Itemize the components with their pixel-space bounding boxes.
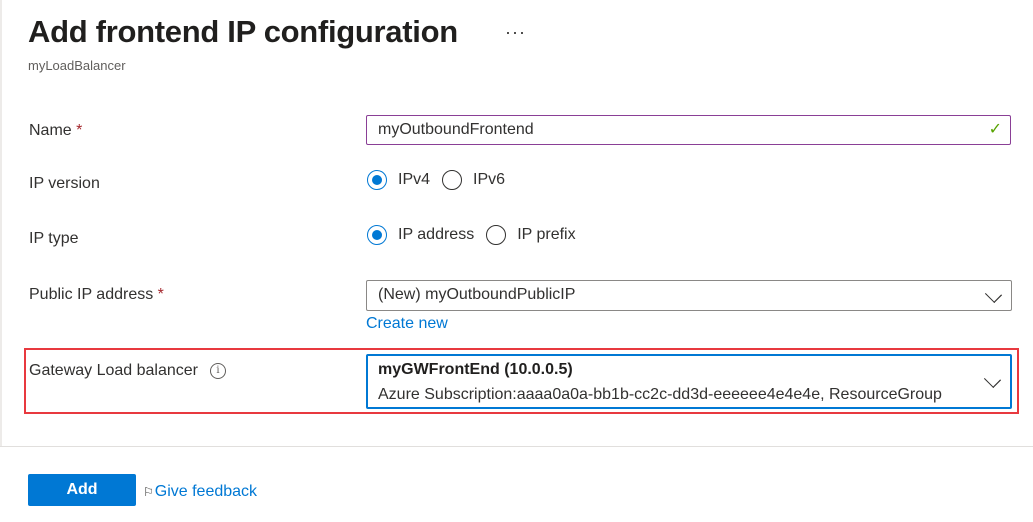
give-feedback-label[interactable]: Give feedback [155, 483, 257, 501]
ip-type-label: IP type [29, 230, 79, 247]
ip-type-radio-group: IP address IP prefix [367, 225, 588, 245]
required-mark: * [157, 286, 164, 303]
name-label: Name * [29, 122, 82, 140]
ip-prefix-radio[interactable] [486, 225, 507, 245]
chevron-down-icon [984, 285, 1003, 304]
more-options-button[interactable]: ··· [505, 22, 526, 43]
required-mark: * [76, 122, 83, 139]
ip-address-radio[interactable] [367, 225, 387, 245]
ipv4-radio[interactable] [367, 170, 387, 190]
ip-address-radio-label[interactable]: IP address [398, 226, 474, 244]
add-button[interactable]: Add [28, 474, 136, 506]
ipv6-radio-label[interactable]: IPv6 [473, 171, 505, 189]
checkmark-icon: ✓ [988, 121, 1002, 138]
give-feedback-link[interactable]: ⚐ Give feedback [143, 483, 257, 501]
ipv4-radio-label[interactable]: IPv4 [398, 171, 430, 189]
chevron-down-icon [983, 370, 1002, 389]
page-title: Add frontend IP configuration [28, 14, 458, 49]
public-ip-label: Public IP address * [29, 286, 164, 304]
feedback-icon: ⚐ [143, 485, 154, 499]
panel-left-border [0, 0, 2, 446]
create-new-link[interactable]: Create new [366, 315, 448, 333]
name-input-value[interactable]: myOutboundFrontend [378, 121, 534, 139]
name-input[interactable]: myOutboundFrontend ✓ [366, 115, 1011, 145]
info-icon[interactable]: i [210, 363, 226, 379]
ip-prefix-radio-label[interactable]: IP prefix [517, 226, 575, 244]
page-subtitle: myLoadBalancer [28, 58, 126, 73]
gateway-lb-value-title: myGWFrontEnd (10.0.0.5) [378, 361, 573, 378]
ip-version-label: IP version [29, 175, 100, 192]
ip-version-radio-group: IPv4 IPv6 [367, 170, 517, 190]
gateway-lb-dropdown[interactable]: myGWFrontEnd (10.0.0.5) Azure Subscripti… [366, 354, 1012, 409]
gateway-lb-label: Gateway Load balancer i [29, 362, 226, 380]
ipv6-radio[interactable] [442, 170, 463, 190]
footer-divider [0, 446, 1033, 447]
gateway-lb-label-text: Gateway Load balancer [29, 362, 198, 379]
public-ip-label-text: Public IP address [29, 286, 154, 303]
public-ip-dropdown-value: (New) myOutboundPublicIP [378, 286, 576, 303]
public-ip-dropdown[interactable]: (New) myOutboundPublicIP [366, 280, 1012, 311]
gateway-lb-value-detail: Azure Subscription:aaaa0a0a-bb1b-cc2c-dd… [378, 386, 942, 403]
name-label-text: Name [29, 122, 72, 139]
